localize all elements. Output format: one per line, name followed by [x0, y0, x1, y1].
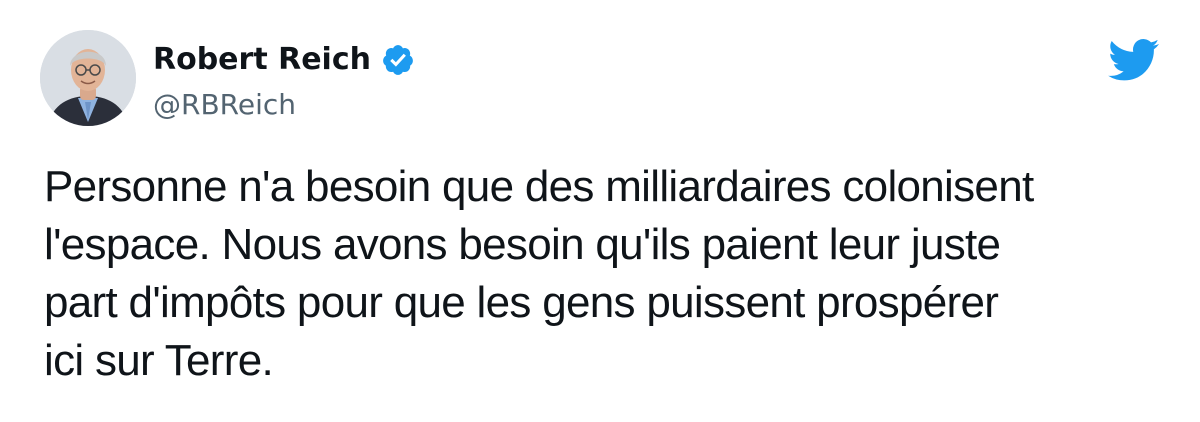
author-name-text: Robert Reich: [153, 42, 371, 77]
tweet-text-line: ici sur Terre.: [44, 336, 274, 385]
avatar[interactable]: [40, 30, 136, 126]
avatar-photo: [40, 30, 136, 126]
twitter-bird-icon[interactable]: [1108, 39, 1160, 81]
tweet-text: Personne n'a besoin que des milliardaire…: [44, 158, 1164, 390]
tweet-text-line: l'espace. Nous avons besoin qu'ils paien…: [44, 220, 1001, 269]
tweet-text-line: Personne n'a besoin que des milliardaire…: [44, 162, 1034, 211]
tweet-card: Robert Reich @RBReich Personne n'a besoi…: [0, 0, 1200, 422]
author-name[interactable]: Robert Reich: [153, 40, 415, 80]
tweet-text-line: part d'impôts pour que les gens puissent…: [44, 278, 999, 327]
verified-badge-icon: [383, 45, 413, 75]
author-handle[interactable]: @RBReich: [153, 85, 296, 125]
